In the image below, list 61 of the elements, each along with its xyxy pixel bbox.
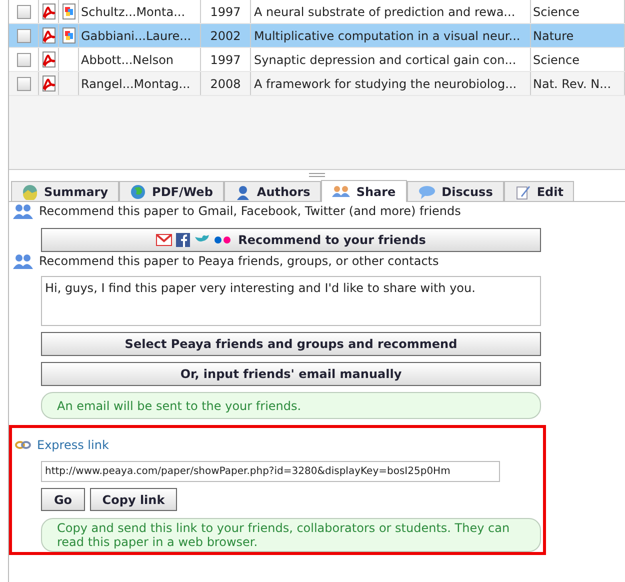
table-cell-text: 2008 (210, 76, 241, 92)
copy-link-button[interactable]: Copy link (90, 488, 177, 511)
manual-email-button[interactable]: Or, input friends' email manually (41, 362, 541, 386)
select-friends-button[interactable]: Select Peaya friends and groups and recommend (41, 332, 541, 356)
checkbox[interactable] (16, 76, 30, 90)
table-cell-text: Rangel...Montag... (81, 76, 190, 92)
table-cell-text: 1997 (210, 52, 241, 68)
speech-bubble-icon (418, 184, 436, 200)
landscape-icon (22, 184, 38, 200)
web-page-icon[interactable] (60, 3, 76, 20)
square-f-icon (176, 233, 190, 247)
pdf-icon[interactable] (40, 51, 56, 68)
table-row[interactable]: Rangel...Montag... 2008 A framework for studying the neurobiolog... Nat. Rev. N... (9, 72, 625, 96)
tab[interactable]: Discuss (406, 181, 504, 201)
table-cell-text: Multiplicative computation in a visual neur... (254, 28, 520, 44)
people-icon (13, 253, 33, 269)
info-note: An email will be sent to the your friends. (41, 392, 541, 419)
table-row[interactable]: Schultz...Monta... 1997 A neural substrate of prediction and rewa... Science (9, 0, 625, 24)
pdf-icon[interactable] (40, 3, 56, 20)
table-cell-text: Science (533, 4, 580, 20)
table-cell-text: Gabbiani...Laure... (81, 28, 192, 44)
table-cell-text: 1997 (210, 4, 241, 20)
table-cell-text: Science (533, 52, 580, 68)
message-field[interactable]: Hi, guys, I find this paper very interesting and I'd like to share with you. (41, 276, 541, 326)
dots-icon (214, 236, 232, 244)
pdf-icon[interactable] (40, 27, 56, 44)
pencil-icon (514, 184, 531, 200)
table-cell-text: Schultz...Monta... (81, 4, 186, 20)
table-cell-text: A neural substrate of prediction and rewa... (254, 4, 516, 20)
section-heading: Express link (37, 437, 109, 454)
selected-row[interactable]: Gabbiani...Laure... 2002 Multiplicative computation in a visual neur... Nature (9, 24, 625, 48)
table-row[interactable]: Abbott...Nelson 1997 Synaptic depression and cortical gain con... Science (9, 48, 625, 72)
checkbox[interactable] (16, 4, 30, 18)
tab[interactable]: Edit (504, 181, 574, 201)
globe-icon (130, 184, 146, 200)
people-icon (332, 184, 350, 200)
table-cell-text: A framework for studying the neurobiolog... (254, 76, 517, 92)
splitter-handle[interactable] (309, 173, 325, 177)
people-icon (13, 203, 33, 219)
table-cell-text: Nat. Rev. N... (533, 76, 612, 92)
go-button[interactable]: Go (41, 488, 85, 511)
table-cell-text: 2002 (210, 28, 241, 44)
tab[interactable]: Authors (224, 181, 322, 201)
web-page-icon[interactable] (60, 27, 76, 44)
tab[interactable]: Summary (11, 181, 120, 201)
table-cell-text: Synaptic depression and cortical gain con... (254, 52, 516, 68)
section-heading: Recommend this paper to Peaya friends, groups, or other contacts (39, 253, 439, 270)
checkbox[interactable] (16, 52, 30, 66)
table-cell-text: Nature (533, 28, 574, 44)
table-cell-text: Abbott...Nelson (81, 52, 174, 68)
pdf-icon[interactable] (40, 75, 56, 92)
person-icon (234, 184, 251, 200)
tab[interactable]: PDF/Web (119, 181, 224, 201)
mail-icon (156, 234, 172, 246)
tab[interactable]: Share (321, 180, 407, 202)
chain-link-icon (15, 440, 31, 450)
info-note: Copy and send this link to your friends, collaborators or students. They can read this paper in a web browser. (41, 518, 541, 552)
section-heading: Recommend this paper to Gmail, Facebook, Twitter (and more) friends (39, 203, 461, 220)
checkbox[interactable] (16, 28, 30, 42)
url-field[interactable]: http://www.peaya.com/paper/showPaper.php?id=3280&displayKey=bosI25p0Hm (41, 461, 500, 482)
recommend-button[interactable]: Recommend to your friends (41, 228, 541, 252)
